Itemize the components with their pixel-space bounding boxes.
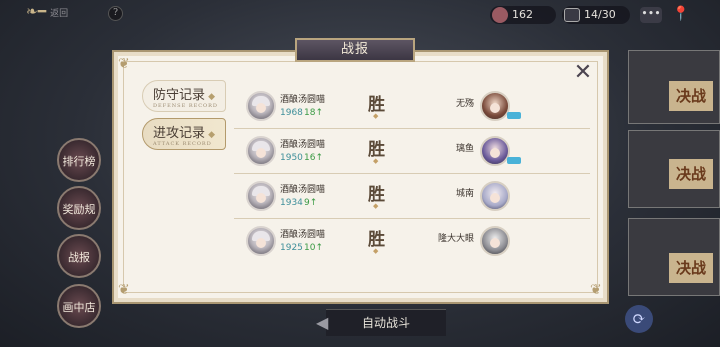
- duel-button[interactable]: 决战: [669, 81, 713, 111]
- player-name: 酒酿汤圆喵: [280, 230, 326, 240]
- battle-record-row[interactable]: 酒酿汤圆喵 1934 9↑ 胜 ◆ 城南: [234, 176, 590, 219]
- score-change: 10↑: [304, 243, 323, 253]
- opponent-avatar[interactable]: [480, 226, 510, 256]
- player-avatar: [246, 181, 276, 211]
- opponent-name: 无殇: [455, 99, 474, 109]
- back-label: 返回: [50, 9, 69, 19]
- player-score: 1934: [280, 198, 303, 208]
- opponent-name: 城南: [455, 189, 474, 199]
- tab-sublabel: ATTACK RECORD: [153, 141, 212, 147]
- duel-button[interactable]: 决战: [669, 159, 713, 189]
- close-icon[interactable]: ✕: [571, 62, 595, 86]
- currency-counter[interactable]: 162: [490, 6, 556, 24]
- tab-label: 防守记录: [153, 88, 206, 103]
- modal-title: 战报: [295, 38, 415, 62]
- auto-battle-label: 自动战斗: [361, 316, 410, 330]
- player-name: 酒酿汤圆喵: [280, 95, 326, 105]
- online-badge: [507, 112, 521, 119]
- diamond-icon: ◆: [208, 130, 215, 140]
- opponent-avatar[interactable]: [480, 136, 510, 166]
- side-button-shop[interactable]: 画中店: [57, 284, 101, 328]
- side-button-battle-report[interactable]: 战报: [57, 234, 101, 278]
- score-change: 16↑: [304, 153, 323, 163]
- battle-record-row[interactable]: 酒酿汤圆喵 1968 18↑ 胜 ◆ 无殇: [234, 86, 590, 129]
- player-score: 1950: [280, 153, 303, 163]
- diamond-icon: ◆: [373, 247, 379, 255]
- opponent-name: 隆大大眼: [437, 234, 474, 244]
- side-button-ranking[interactable]: 排行榜: [57, 138, 101, 182]
- player-name: 酒酿汤圆喵: [280, 185, 326, 195]
- ornate-arrow-icon: ❧━: [26, 4, 47, 20]
- currency-icon: [492, 7, 508, 23]
- diamond-icon: ◆: [373, 157, 379, 165]
- opponent-card[interactable]: 决战: [628, 50, 720, 124]
- ticket-value: 14/30: [584, 8, 616, 21]
- player-avatar: [246, 136, 276, 166]
- opponent-card[interactable]: 决战: [628, 130, 720, 208]
- refresh-icon[interactable]: ⟳: [625, 305, 653, 333]
- battle-record-row[interactable]: 酒酿汤圆喵 1925 10↑ 胜 ◆ 隆大大眼: [234, 221, 590, 263]
- left-arrow-icon: ◀: [316, 313, 329, 332]
- diamond-icon: ◆: [373, 202, 379, 210]
- opponent-name: 璃鱼: [455, 144, 474, 154]
- duel-button[interactable]: 决战: [669, 253, 713, 283]
- tab-label: 进攻记录: [153, 126, 206, 141]
- opponent-avatar[interactable]: [480, 181, 510, 211]
- diamond-icon: ◆: [208, 92, 215, 102]
- tab-sublabel: DEFENSE RECORD: [153, 103, 218, 109]
- online-badge: [507, 157, 521, 164]
- corner-ornament-icon: ❦: [118, 282, 130, 298]
- opponent-card[interactable]: 决战: [628, 218, 720, 296]
- currency-value: 162: [512, 8, 533, 21]
- opponent-avatar[interactable]: [480, 91, 510, 121]
- side-button-reward-rules[interactable]: 奖励规则: [57, 186, 101, 260]
- help-icon[interactable]: ?: [108, 6, 123, 21]
- player-score: 1968: [280, 108, 303, 118]
- auto-battle-button[interactable]: ◀ 自动战斗: [316, 309, 446, 336]
- score-change: 18↑: [304, 108, 323, 118]
- battle-record-row[interactable]: 酒酿汤圆喵 1950 16↑ 胜 ◆ 璃鱼: [234, 131, 590, 174]
- top-bar: ❧━ 返回 ? 162 14/30 ••• 📍: [0, 0, 720, 30]
- player-avatar: [246, 91, 276, 121]
- corner-ornament-icon: ❦: [590, 282, 602, 298]
- more-menu-icon[interactable]: •••: [640, 7, 662, 23]
- player-avatar: [246, 226, 276, 256]
- ticket-counter[interactable]: 14/30: [562, 6, 630, 24]
- tab-defense-record[interactable]: 防守记录 ◆ DEFENSE RECORD: [142, 80, 226, 112]
- ticket-icon: [564, 8, 580, 22]
- corner-ornament-icon: ❦: [118, 56, 130, 72]
- player-name: 酒酿汤圆喵: [280, 140, 326, 150]
- location-pin-icon[interactable]: 📍: [672, 6, 689, 22]
- tab-attack-record[interactable]: 进攻记录 ◆ ATTACK RECORD: [142, 118, 226, 150]
- player-score: 1925: [280, 243, 303, 253]
- back-button[interactable]: ❧━ 返回: [26, 4, 98, 20]
- score-change: 9↑: [304, 198, 318, 208]
- diamond-icon: ◆: [373, 112, 379, 120]
